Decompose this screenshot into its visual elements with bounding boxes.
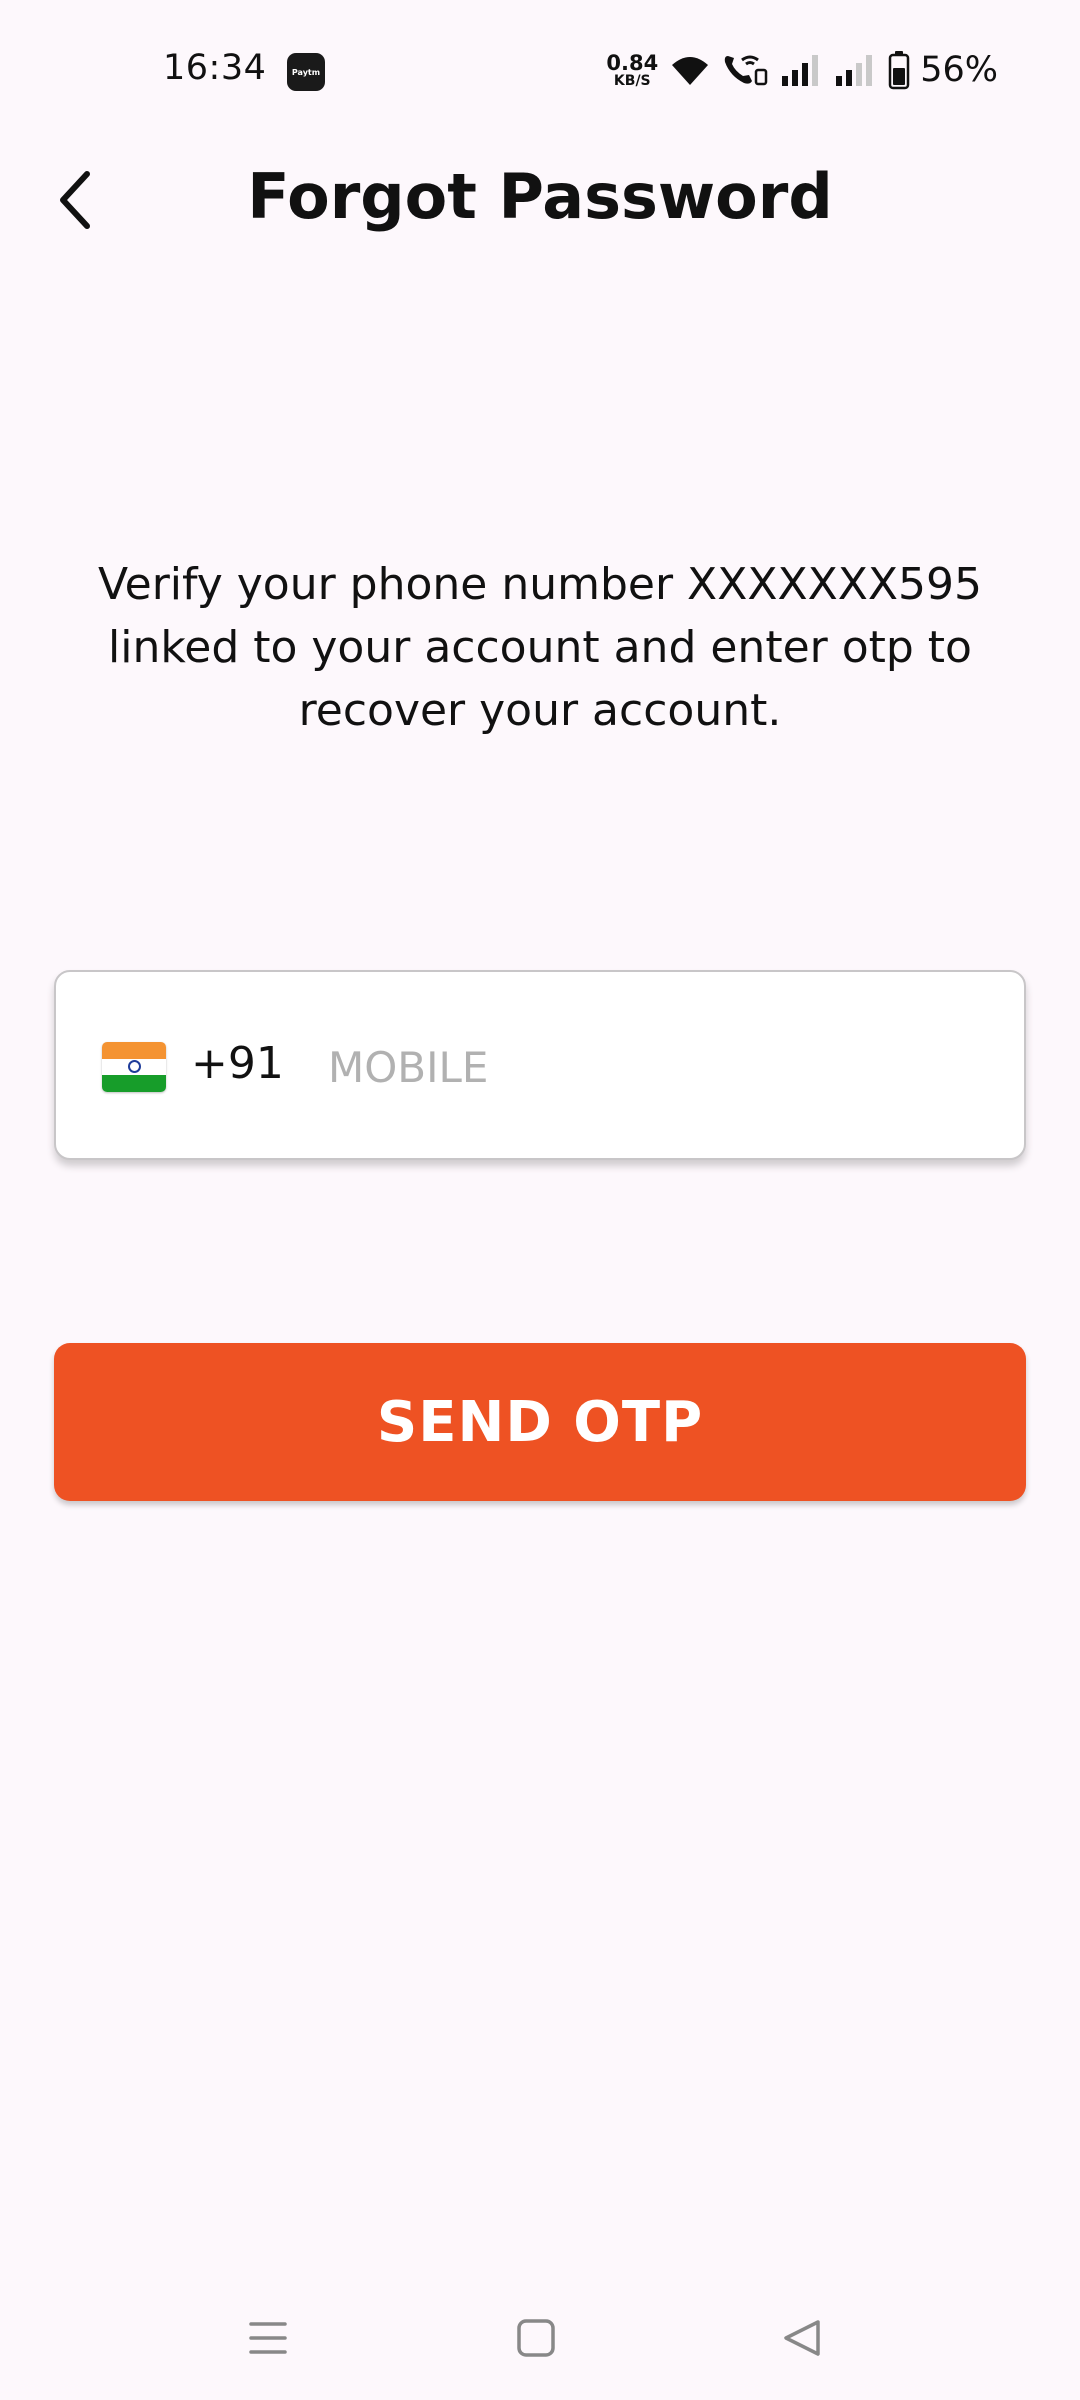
recents-button[interactable] xyxy=(228,2308,308,2368)
system-nav-bar xyxy=(0,2268,1080,2400)
menu-icon xyxy=(249,2322,287,2354)
battery-percentage: 56% xyxy=(920,50,998,90)
home-button[interactable] xyxy=(496,2308,576,2368)
page-title: Forgot Password xyxy=(247,160,833,233)
mobile-input[interactable] xyxy=(328,1030,988,1104)
paytm-icon: Paytm xyxy=(287,53,325,91)
send-otp-button[interactable]: SEND OTP xyxy=(54,1343,1026,1501)
back-triangle-icon xyxy=(784,2320,820,2356)
network-speed: 0.84 KB/S xyxy=(606,50,659,89)
wifi-calling-icon xyxy=(725,55,768,86)
signal-icon xyxy=(782,55,819,86)
battery-icon xyxy=(888,51,910,90)
phone-input-card: +91 xyxy=(54,970,1026,1160)
signal-icon xyxy=(836,55,873,86)
back-nav-button[interactable] xyxy=(762,2308,842,2368)
country-code[interactable]: +91 xyxy=(191,1038,284,1089)
network-speed-value: 0.84 xyxy=(606,50,659,75)
home-square-icon xyxy=(517,2319,555,2357)
instruction-text: Verify your phone number XXXXXXX595 link… xyxy=(97,559,983,736)
network-speed-unit: KB/S xyxy=(613,72,651,89)
status-time: 16:34 xyxy=(163,48,267,88)
status-bar: 16:34 Paytm 0.84 KB/S 56% xyxy=(0,0,1080,140)
app-header: Forgot Password xyxy=(0,140,1080,260)
wifi-icon xyxy=(672,57,709,85)
india-flag-icon[interactable] xyxy=(102,1042,166,1092)
status-icons: 0.84 KB/S 56% xyxy=(606,46,998,94)
